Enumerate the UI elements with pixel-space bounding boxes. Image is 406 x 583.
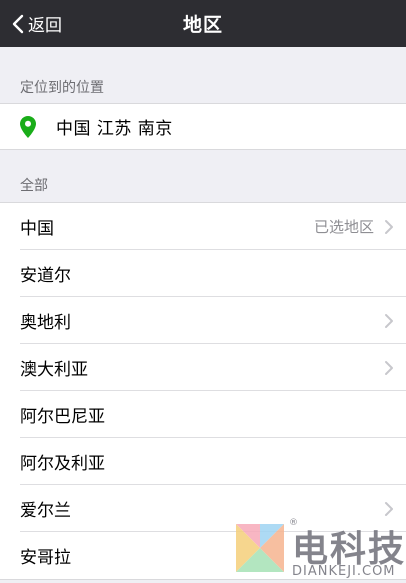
all-section-header: 全部 bbox=[20, 178, 48, 194]
region-name: 奥地利 bbox=[20, 313, 71, 333]
chevron-right-icon bbox=[385, 313, 393, 328]
page-title: 地区 bbox=[182, 14, 223, 36]
current-location-text: 中国 江苏 南京 bbox=[56, 119, 173, 139]
chevron-right-icon bbox=[385, 501, 393, 516]
selected-region-label: 已选地区 bbox=[313, 218, 374, 236]
region-row[interactable]: 阿尔及利亚 bbox=[0, 438, 406, 485]
region-name: 阿尔及利亚 bbox=[20, 454, 105, 474]
region-row[interactable]: 阿尔巴尼亚 bbox=[0, 391, 406, 438]
region-name: 中国 bbox=[20, 219, 54, 239]
region-name: 爱尔兰 bbox=[20, 501, 71, 521]
region-row[interactable]: 澳大利亚 bbox=[0, 344, 406, 391]
located-section: 中国 江苏 南京 bbox=[0, 103, 406, 150]
region-row[interactable]: 奥地利 bbox=[0, 297, 406, 344]
region-row[interactable]: 爱尔兰 bbox=[0, 485, 406, 532]
chevron-right-icon bbox=[385, 219, 393, 234]
current-location-row[interactable]: 中国 江苏 南京 bbox=[0, 104, 406, 149]
chevron-right-icon bbox=[385, 360, 393, 375]
navigation-bar: 返回 地区 bbox=[0, 0, 406, 47]
region-name: 安道尔 bbox=[20, 266, 71, 286]
back-label: 返回 bbox=[28, 16, 62, 36]
region-row[interactable]: 安道尔 bbox=[0, 250, 406, 297]
region-row[interactable]: 安哥拉 bbox=[0, 532, 406, 579]
region-name: 阿尔巴尼亚 bbox=[20, 407, 105, 427]
location-pin-icon bbox=[20, 115, 36, 138]
located-section-header: 定位到的位置 bbox=[20, 80, 104, 96]
region-name: 安哥拉 bbox=[20, 548, 71, 568]
region-name: 澳大利亚 bbox=[20, 360, 88, 380]
region-list: 中国 已选地区安道尔奥地利澳大利亚阿尔巴尼亚阿尔及利亚爱尔兰安哥拉 bbox=[0, 202, 406, 580]
region-row[interactable]: 中国 已选地区 bbox=[0, 203, 406, 250]
back-button[interactable]: 返回 bbox=[12, 0, 62, 47]
chevron-left-icon bbox=[12, 14, 24, 33]
